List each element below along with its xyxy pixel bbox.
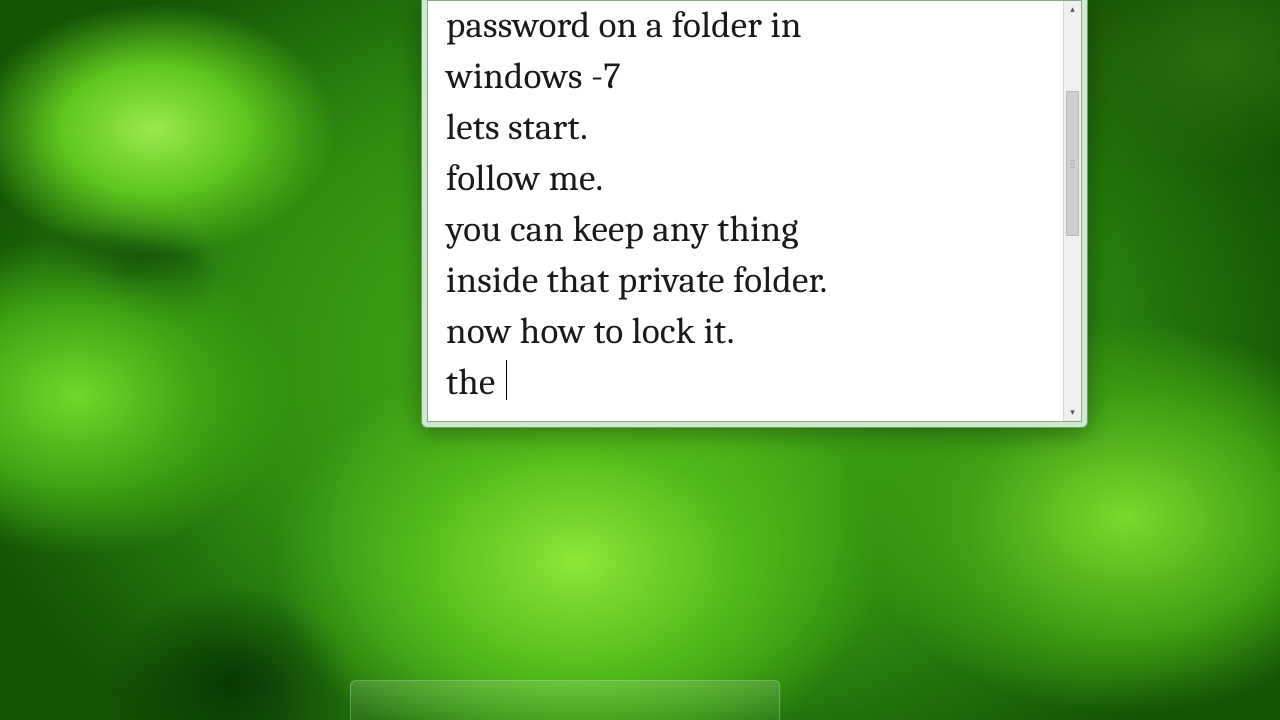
notepad-window: password on a folder in windows -7 lets … bbox=[421, 0, 1088, 428]
scroll-up-button[interactable]: ▴ bbox=[1064, 1, 1081, 18]
editor-line: follow me. bbox=[446, 158, 603, 200]
editor-line: windows -7 bbox=[446, 56, 621, 98]
editor-line: lets start. bbox=[446, 107, 588, 149]
chevron-up-icon: ▴ bbox=[1070, 5, 1075, 14]
chevron-down-icon: ▾ bbox=[1070, 408, 1075, 417]
editor-line: inside that private folder. bbox=[446, 260, 828, 302]
text-caret bbox=[506, 360, 508, 400]
editor-line: password on a folder in bbox=[446, 5, 802, 47]
taskbar[interactable] bbox=[350, 680, 780, 720]
scroll-down-button[interactable]: ▾ bbox=[1064, 404, 1081, 421]
desktop-wallpaper: password on a folder in windows -7 lets … bbox=[0, 0, 1280, 720]
editor-client-area: password on a folder in windows -7 lets … bbox=[427, 0, 1082, 422]
editor-line: the bbox=[446, 362, 504, 404]
editor-line: now how to lock it. bbox=[446, 311, 735, 353]
text-editor[interactable]: password on a folder in windows -7 lets … bbox=[428, 1, 1063, 421]
editor-line: you can keep any thing bbox=[446, 209, 799, 251]
vertical-scrollbar[interactable]: ▴ ▾ bbox=[1063, 1, 1081, 421]
scrollbar-thumb[interactable] bbox=[1066, 91, 1079, 236]
